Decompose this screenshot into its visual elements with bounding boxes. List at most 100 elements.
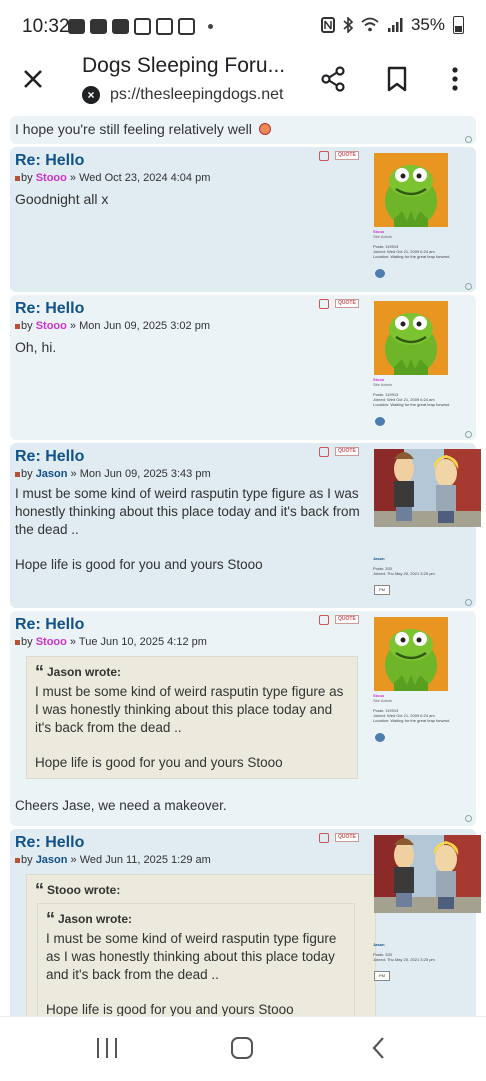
post-profile: Stooo Site Admin Posts: 119913 Joined: W… bbox=[373, 377, 473, 407]
author-link[interactable]: Stooo bbox=[36, 636, 67, 648]
nested-quote-block: “Jason wrote: I must be some kind of wei… bbox=[37, 903, 355, 1016]
report-icon[interactable] bbox=[319, 833, 329, 843]
quote-cite: “Stooo wrote: bbox=[35, 881, 367, 899]
battery-percent: 35% bbox=[410, 15, 445, 34]
shopping-bag-icon bbox=[112, 19, 129, 34]
post-meta: by Jason » Wed Jun 11, 2025 1:29 am bbox=[15, 854, 211, 866]
post-icon[interactable] bbox=[15, 323, 20, 329]
report-icon[interactable] bbox=[319, 151, 329, 161]
post-title[interactable]: Re: Hello bbox=[15, 152, 84, 170]
forum-content: I hope you're still feeling relatively w… bbox=[0, 116, 486, 1016]
post-profile: Jason Posts: 333 Joined: Thu May 20, 202… bbox=[373, 942, 473, 962]
quote-button[interactable]: QUOTE bbox=[335, 615, 359, 624]
post-title[interactable]: Re: Hello bbox=[15, 300, 84, 318]
more-vert-icon[interactable] bbox=[440, 64, 470, 94]
quote-paragraph: I must be some kind of weird rasputin ty… bbox=[46, 931, 337, 982]
x-circle-icon[interactable]: × bbox=[82, 86, 100, 104]
kermit-avatar[interactable] bbox=[374, 301, 448, 375]
nfc-icon bbox=[320, 17, 335, 33]
quote-author: Jason wrote: bbox=[58, 912, 133, 926]
post-profile: Stooo Site Admin Posts: 119913 Joined: W… bbox=[373, 693, 473, 723]
beavis-butthead-avatar[interactable] bbox=[374, 835, 481, 913]
post-date: Mon Jun 09, 2025 3:02 pm bbox=[79, 320, 210, 332]
quote-block: “Stooo wrote: “Jason wrote: I must be so… bbox=[26, 874, 376, 1016]
post-meta: by Stooo » Mon Jun 09, 2025 3:02 pm bbox=[15, 320, 210, 332]
post: Re: Hello by Jason » Mon Jun 09, 2025 3:… bbox=[10, 443, 481, 608]
back-to-top-icon[interactable] bbox=[465, 431, 472, 438]
home-icon[interactable] bbox=[227, 1035, 257, 1061]
share-icon[interactable] bbox=[318, 64, 348, 94]
separator: » bbox=[70, 854, 77, 866]
quote-mark-icon: “ bbox=[35, 880, 44, 900]
post: Re: Hello by Stooo » Mon Jun 09, 2025 3:… bbox=[10, 295, 476, 440]
bluetooth-icon bbox=[343, 17, 353, 33]
website-icon[interactable] bbox=[375, 417, 385, 426]
quote-button[interactable]: QUOTE bbox=[335, 151, 359, 160]
pm-button[interactable]: PM bbox=[374, 971, 390, 981]
back-to-top-icon[interactable] bbox=[465, 815, 472, 822]
url-bar[interactable]: × ps://thesleepingdogs.net bbox=[82, 86, 283, 104]
back-to-top-icon[interactable] bbox=[465, 599, 472, 606]
recent-apps-icon[interactable] bbox=[92, 1035, 122, 1061]
back-to-top-icon[interactable] bbox=[465, 283, 472, 290]
post-paragraph: I must be some kind of weird rasputin ty… bbox=[15, 486, 360, 537]
post-icon[interactable] bbox=[15, 639, 20, 645]
report-icon[interactable] bbox=[319, 615, 329, 625]
kermit-avatar[interactable] bbox=[374, 153, 448, 227]
quote-paragraph: Hope life is good for you and yours Stoo… bbox=[46, 1002, 294, 1016]
report-icon[interactable] bbox=[319, 447, 329, 457]
post: Re: Hello by Stooo » Wed Oct 23, 2024 4:… bbox=[10, 147, 476, 292]
post-icon[interactable] bbox=[15, 471, 20, 477]
website-icon[interactable] bbox=[375, 733, 385, 742]
page-title: Dogs Sleeping Foru... bbox=[82, 54, 286, 77]
separator: » bbox=[70, 468, 77, 480]
notification-icons bbox=[68, 18, 213, 35]
signal-icon bbox=[387, 18, 403, 32]
quote-button[interactable]: QUOTE bbox=[335, 447, 359, 456]
post-date: Wed Jun 11, 2025 1:29 am bbox=[79, 854, 211, 866]
profile-location: Location: Waiting for the great leap for… bbox=[373, 402, 450, 407]
post-profile: Stooo Site Admin Posts: 119913 Joined: W… bbox=[373, 229, 473, 259]
quote-paragraph: I must be some kind of weird rasputin ty… bbox=[35, 684, 344, 735]
quote-block: “Jason wrote: I must be some kind of wei… bbox=[26, 656, 358, 779]
quote-author: Stooo wrote: bbox=[47, 883, 121, 897]
wifi-icon bbox=[361, 17, 379, 32]
separator: » bbox=[69, 320, 77, 332]
back-to-top-icon[interactable] bbox=[465, 136, 472, 143]
profile-joined: Joined: Thu May 20, 2021 3:25 pm bbox=[373, 957, 435, 962]
pm-button[interactable]: PM bbox=[374, 585, 390, 595]
status-bar: 10:32 35% bbox=[0, 0, 486, 54]
post-meta: by Stooo » Wed Oct 23, 2024 4:04 pm bbox=[15, 172, 210, 184]
quote-mark-icon: “ bbox=[35, 662, 44, 682]
battery-icon bbox=[453, 16, 464, 34]
news-icon bbox=[156, 18, 173, 35]
back-icon[interactable] bbox=[364, 1035, 394, 1061]
post-meta: by Jason » Mon Jun 09, 2025 3:43 pm bbox=[15, 468, 211, 480]
quote-button[interactable]: QUOTE bbox=[335, 833, 359, 842]
post-icon[interactable] bbox=[15, 175, 20, 181]
bookmark-icon[interactable] bbox=[382, 64, 412, 94]
by-label: by bbox=[21, 468, 33, 480]
post-icon[interactable] bbox=[15, 857, 20, 863]
quote-author: Jason wrote: bbox=[47, 665, 122, 679]
website-icon[interactable] bbox=[375, 269, 385, 278]
author-link[interactable]: Jason bbox=[36, 854, 68, 866]
separator: » bbox=[69, 636, 77, 648]
report-icon[interactable] bbox=[319, 299, 329, 309]
author-link[interactable]: Jason bbox=[36, 468, 68, 480]
kermit-avatar[interactable] bbox=[374, 617, 448, 691]
quote-button[interactable]: QUOTE bbox=[335, 299, 359, 308]
post-title[interactable]: Re: Hello bbox=[15, 616, 84, 634]
url-text[interactable]: ps://thesleepingdogs.net bbox=[110, 86, 283, 104]
post-profile: Jason Posts: 333 Joined: Thu May 20, 202… bbox=[373, 556, 473, 576]
author-link[interactable]: Stooo bbox=[36, 172, 67, 184]
author-link[interactable]: Stooo bbox=[36, 320, 67, 332]
beavis-butthead-avatar[interactable] bbox=[374, 449, 481, 527]
quote-cite: “Jason wrote: bbox=[35, 663, 349, 681]
more-notifications-icon bbox=[208, 24, 213, 29]
post-title[interactable]: Re: Hello bbox=[15, 834, 84, 852]
post-title[interactable]: Re: Hello bbox=[15, 448, 84, 466]
by-label: by bbox=[21, 320, 33, 332]
profile-location: Location: Waiting for the great leap for… bbox=[373, 718, 450, 723]
close-icon[interactable] bbox=[18, 64, 48, 94]
